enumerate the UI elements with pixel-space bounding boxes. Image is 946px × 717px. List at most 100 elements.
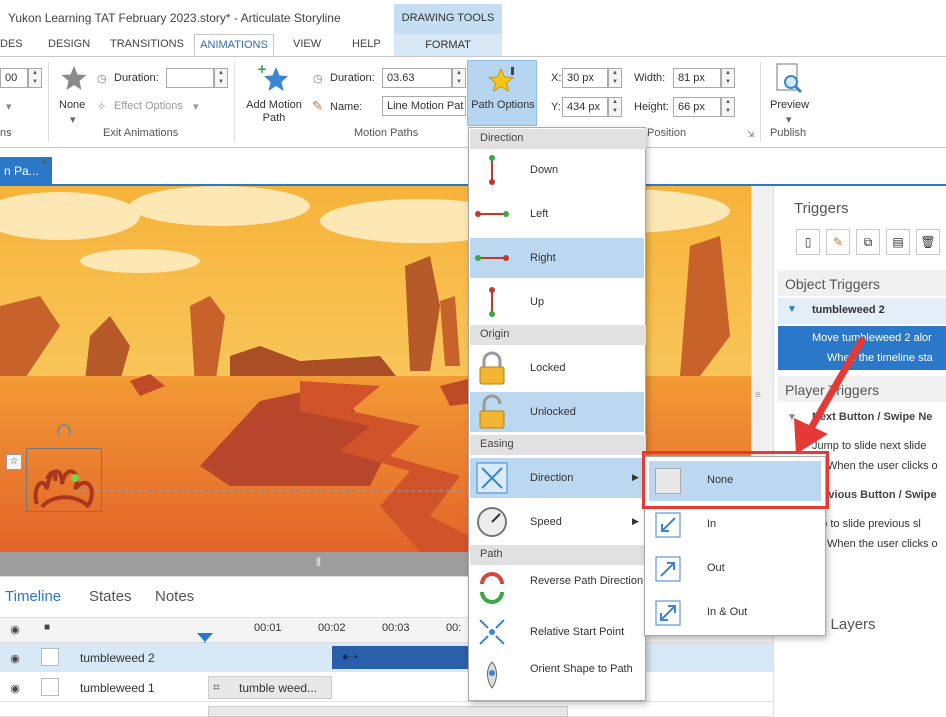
window-title: Yukon Learning TAT February 2023.story* …	[8, 11, 341, 25]
paste-icon[interactable]: ▤	[886, 229, 910, 255]
motion-path-start-point[interactable]	[71, 474, 79, 482]
menu-section-direction: Direction	[470, 129, 646, 149]
rotate-handle-icon[interactable]	[57, 424, 71, 438]
ease-out-icon	[655, 556, 681, 582]
tab-slides[interactable]: DES	[0, 38, 23, 50]
tab-design[interactable]: DESIGN	[48, 38, 90, 50]
entrance-group-label: ns	[0, 127, 12, 139]
timeline-row[interactable]: ◉ tumbleweed 1 tumble weed... ⌗	[0, 673, 773, 702]
reverse-arrows-icon	[480, 572, 504, 604]
lock-checkbox[interactable]	[41, 648, 59, 666]
copy-icon[interactable]: ⧉	[856, 229, 880, 255]
tab-timeline[interactable]: Timeline	[5, 588, 61, 605]
y-position-spinner[interactable]: ▲ ▼	[608, 97, 622, 117]
exit-duration-input[interactable]	[166, 68, 214, 88]
menu-item-locked[interactable]: Locked	[470, 348, 644, 388]
exit-duration-label: Duration:	[114, 72, 159, 84]
dialog-launcher-icon[interactable]: ⇲	[747, 129, 755, 140]
width-spinner[interactable]: ▲ ▼	[721, 68, 735, 88]
entrance-duration-input[interactable]: 00	[0, 68, 28, 88]
trigger-action[interactable]: mp to slide previous sl	[812, 518, 921, 530]
grip-icon[interactable]: ⦀	[316, 557, 321, 570]
tab-notes[interactable]: Notes	[155, 588, 194, 605]
menu-item-relative-start[interactable]: Relative Start Point	[470, 612, 644, 652]
y-position-input[interactable]: 434 px	[562, 97, 608, 117]
x-label: X:	[551, 72, 562, 84]
height-spinner[interactable]: ▲ ▼	[721, 97, 735, 117]
ease-in-icon	[655, 512, 681, 538]
add-motion-path-button[interactable]: Add Motion Path	[243, 99, 305, 125]
menu-item-right[interactable]: Right	[470, 238, 644, 278]
effect-options-button[interactable]: Effect Options	[114, 100, 183, 112]
lock-checkbox[interactable]	[41, 678, 59, 696]
exit-duration-spinner[interactable]: ▲ ▼	[214, 68, 228, 88]
eye-icon[interactable]: ◉	[7, 652, 23, 665]
playhead-icon[interactable]	[197, 633, 213, 642]
delete-icon[interactable]: 🗑	[916, 229, 940, 255]
menu-item-unlocked[interactable]: Unlocked	[470, 392, 644, 432]
path-options-button[interactable]: Path Options	[467, 60, 537, 126]
motion-name-input[interactable]: Line Motion Pat	[382, 96, 466, 116]
exit-none-button[interactable]: None	[59, 99, 85, 111]
y-label: Y:	[551, 101, 561, 113]
tab-states[interactable]: States	[89, 588, 132, 605]
motion-duration-input[interactable]: 03.63	[382, 68, 452, 88]
collapse-triangle-icon[interactable]: ▼	[787, 304, 797, 315]
x-position-input[interactable]: 30 px	[562, 68, 608, 88]
menu-item-orient-shape[interactable]: Orient Shape to Path	[470, 656, 644, 696]
tab-format[interactable]: FORMAT	[394, 34, 502, 57]
add-motion-path-icon[interactable]: +	[256, 63, 292, 95]
chevron-down-icon[interactable]: ▾	[786, 113, 792, 126]
tab-transitions[interactable]: TRANSITIONS	[110, 38, 184, 50]
close-icon[interactable]: ×	[41, 157, 47, 169]
motion-duration-label: Duration:	[330, 72, 375, 84]
chevron-down-icon[interactable]: ▾	[193, 100, 199, 113]
timeline-clip[interactable]	[208, 706, 568, 717]
motion-duration-spinner[interactable]: ▲ ▼	[452, 68, 466, 88]
unlock-icon	[479, 394, 505, 429]
eye-icon[interactable]: ◉	[7, 682, 23, 695]
lock-icon[interactable]: ■	[44, 622, 54, 634]
timeline-row[interactable]: ◉ tumbleweed 2 ●➝	[0, 643, 773, 672]
menu-item-left[interactable]: Left	[470, 194, 644, 234]
timeline-clip[interactable]: tumble weed...	[208, 676, 332, 699]
chevron-down-icon[interactable]: ▾	[6, 100, 12, 113]
down-arrow-path-icon	[489, 155, 495, 185]
submenu-item-in-out[interactable]: In & Out	[649, 593, 821, 633]
motion-paths-group-label: Motion Paths	[354, 127, 419, 139]
exit-star-icon[interactable]	[60, 64, 88, 92]
animation-star-icon[interactable]: ☆	[6, 454, 22, 470]
tab-view[interactable]: VIEW	[293, 38, 321, 50]
edit-trigger-icon[interactable]: ✎	[826, 229, 850, 255]
preview-button[interactable]: Preview	[770, 99, 809, 111]
selected-object-frame[interactable]	[26, 448, 102, 512]
submenu-item-out[interactable]: Out	[649, 549, 821, 589]
menu-item-speed[interactable]: Speed ▶	[470, 502, 644, 542]
menu-item-reverse-path[interactable]: Reverse Path Direction	[470, 568, 644, 608]
timeline-row[interactable]	[0, 703, 773, 717]
scroll-thumb-icon[interactable]: ≡	[755, 390, 767, 408]
new-trigger-icon[interactable]: ▯	[796, 229, 820, 255]
menu-item-easing-direction[interactable]: Direction ▶	[470, 458, 644, 498]
path-options-label: Path Options	[471, 99, 535, 111]
x-position-spinner[interactable]: ▲ ▼	[608, 68, 622, 88]
height-label: Height:	[634, 101, 669, 113]
tab-animations[interactable]: ANIMATIONS	[194, 34, 274, 57]
path-options-menu: Direction Down Left Right Up Origin Lock…	[468, 127, 646, 701]
separator	[234, 62, 235, 142]
preview-icon[interactable]	[774, 62, 804, 96]
easing-direction-icon	[476, 462, 508, 494]
eye-icon[interactable]: ◉	[7, 623, 23, 636]
menu-item-down[interactable]: Down	[470, 150, 644, 190]
height-input[interactable]: 66 px	[673, 97, 721, 117]
path-options-icon	[487, 67, 515, 93]
submenu-item-in[interactable]: In	[649, 505, 821, 545]
tab-help[interactable]: HELP	[352, 38, 381, 50]
entrance-duration-spinner[interactable]: ▲ ▼	[28, 68, 42, 88]
layer-name: tumbleweed 1	[80, 681, 155, 695]
menu-item-up[interactable]: Up	[470, 282, 644, 322]
chevron-down-icon[interactable]: ▾	[70, 113, 76, 126]
width-input[interactable]: 81 px	[673, 68, 721, 88]
menu-section-path: Path	[470, 545, 646, 565]
separator	[48, 62, 49, 142]
